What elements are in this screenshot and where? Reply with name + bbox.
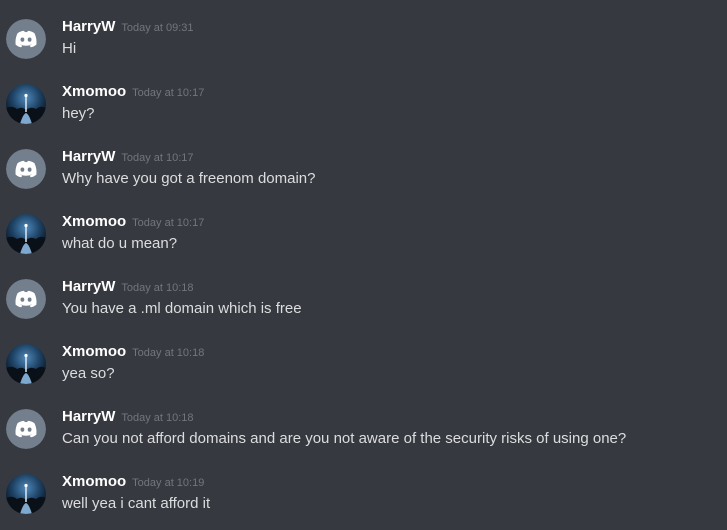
message-text: well yea i cant afford it <box>62 495 211 512</box>
night-landscape-icon <box>6 214 46 254</box>
chat-message: HarryW Today at 10:17 Why have you got a … <box>0 149 727 214</box>
avatar[interactable] <box>6 214 46 254</box>
chat-message: HarryW Today at 10:18 Can you not afford … <box>0 409 727 474</box>
chat-message: Xmomoo Today at 10:17 what do u mean? <box>0 214 727 279</box>
night-landscape-icon <box>6 474 46 514</box>
chat-message-list: HarryW Today at 09:31 Hi Xmomoo Today at… <box>0 0 727 530</box>
message-author[interactable]: Xmomoo <box>62 213 126 230</box>
message-timestamp: Today at 10:18 <box>132 347 205 359</box>
message-text: Can you not afford domains and are you n… <box>62 430 627 447</box>
message-text: Why have you got a freenom domain? <box>62 170 316 187</box>
night-landscape-icon <box>6 344 46 384</box>
night-landscape-icon <box>6 84 46 124</box>
message-author[interactable]: HarryW <box>62 278 115 295</box>
chat-message: Xmomoo Today at 10:18 yea so? <box>0 344 727 409</box>
message-author[interactable]: Xmomoo <box>62 343 126 360</box>
message-text: hey? <box>62 105 95 122</box>
avatar[interactable] <box>6 84 46 124</box>
avatar[interactable] <box>6 149 46 189</box>
discord-logo-icon <box>6 149 46 189</box>
message-timestamp: Today at 10:19 <box>132 477 205 489</box>
message-text: You have a .ml domain which is free <box>62 300 302 317</box>
message-timestamp: Today at 10:17 <box>132 217 205 229</box>
avatar[interactable] <box>6 19 46 59</box>
chat-message: HarryW Today at 10:18 You have a .ml doma… <box>0 279 727 344</box>
message-timestamp: Today at 10:18 <box>121 412 194 424</box>
message-author[interactable]: HarryW <box>62 408 115 425</box>
chat-message: HarryW Today at 09:31 Hi <box>0 19 727 84</box>
message-author[interactable]: HarryW <box>62 148 115 165</box>
message-text: Hi <box>62 40 77 57</box>
message-author[interactable]: HarryW <box>62 18 115 35</box>
message-author[interactable]: Xmomoo <box>62 83 126 100</box>
avatar[interactable] <box>6 344 46 384</box>
chat-message: Xmomoo Today at 10:17 hey? <box>0 84 727 149</box>
discord-logo-icon <box>6 409 46 449</box>
message-text: yea so? <box>62 365 115 382</box>
discord-logo-icon <box>6 19 46 59</box>
avatar[interactable] <box>6 474 46 514</box>
chat-message: Xmomoo Today at 10:19 well yea i cant aff… <box>0 474 727 530</box>
discord-logo-icon <box>6 279 46 319</box>
message-text: what do u mean? <box>62 235 178 252</box>
message-timestamp: Today at 10:18 <box>121 282 194 294</box>
message-timestamp: Today at 10:17 <box>121 152 194 164</box>
avatar[interactable] <box>6 409 46 449</box>
message-timestamp: Today at 10:17 <box>132 87 205 99</box>
avatar[interactable] <box>6 279 46 319</box>
message-timestamp: Today at 09:31 <box>121 22 194 34</box>
message-author[interactable]: Xmomoo <box>62 473 126 490</box>
